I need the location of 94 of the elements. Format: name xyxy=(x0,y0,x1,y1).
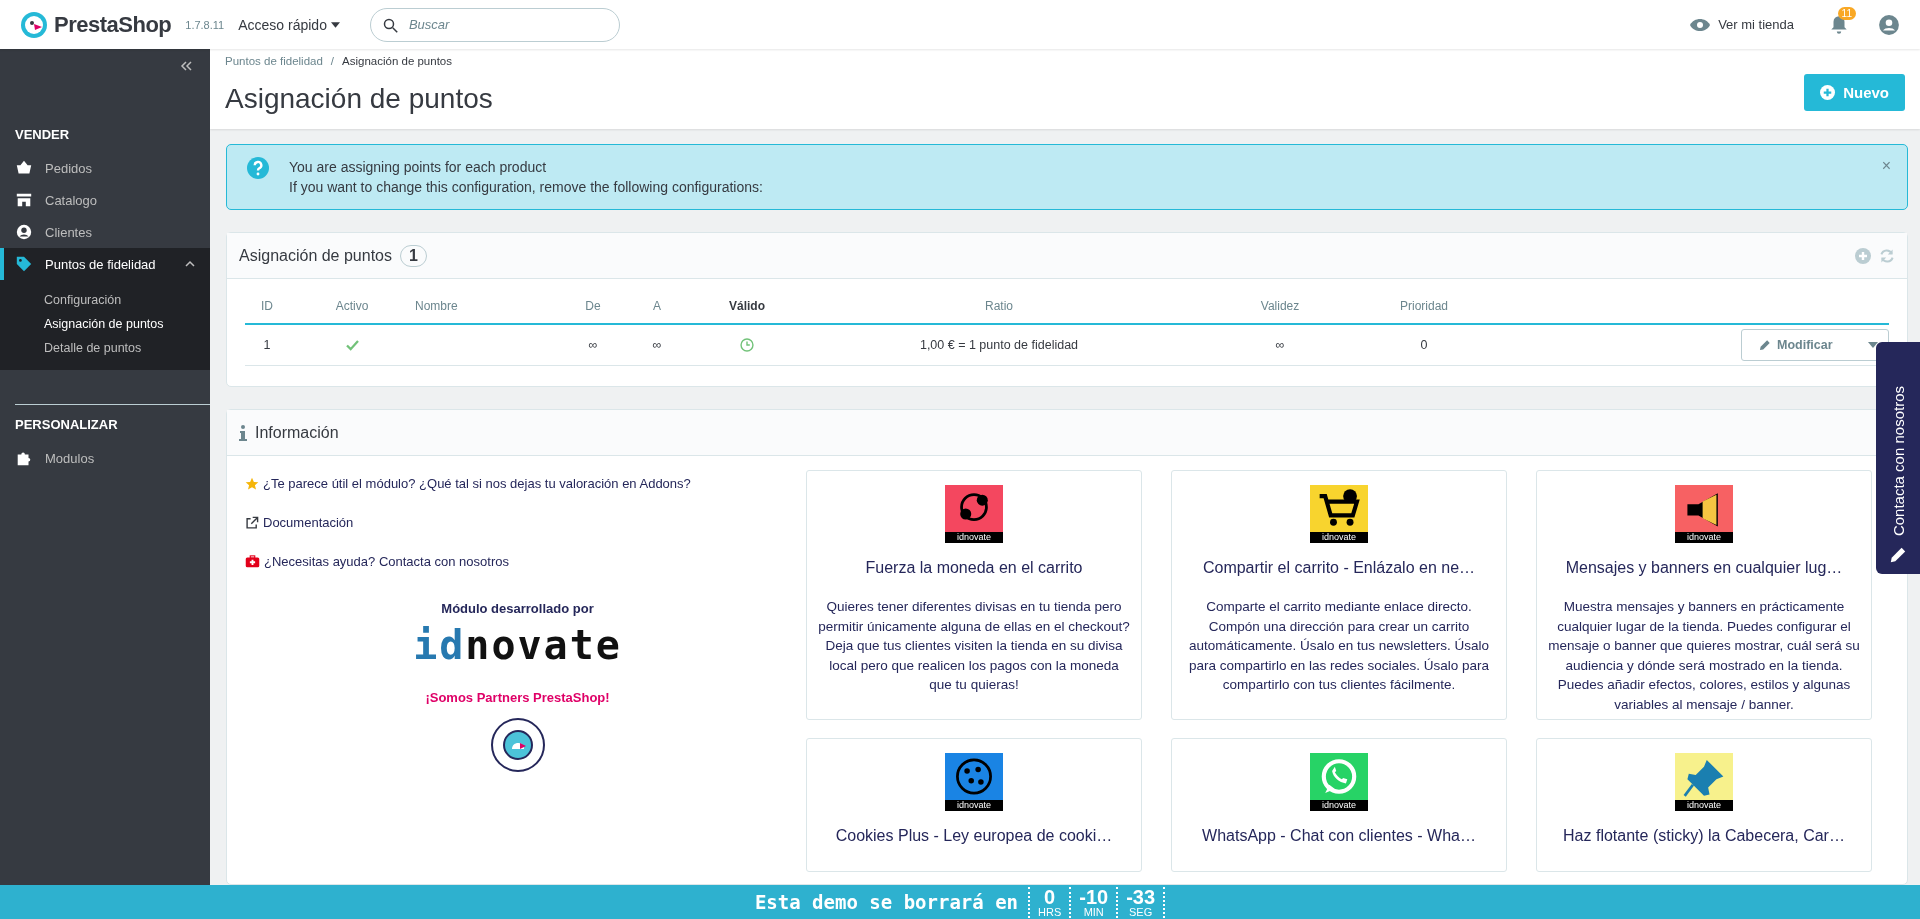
module-card[interactable]: idnovate Haz flotante (sticky) la Cabecera, Car… xyxy=(1536,738,1872,872)
sidebar-item-icon xyxy=(15,255,33,273)
breadcrumb-item[interactable]: Puntos de fidelidad xyxy=(225,55,323,67)
pencil-icon xyxy=(1758,338,1771,352)
account-icon[interactable] xyxy=(1878,13,1900,36)
caret-icon xyxy=(1868,342,1878,348)
column-header[interactable]: Activo xyxy=(335,299,369,313)
star-icon xyxy=(245,476,259,491)
table-cell: 0 xyxy=(1420,338,1428,352)
sidebar-item-icon xyxy=(15,191,33,209)
column-header[interactable]: Validez xyxy=(1260,299,1300,313)
countdown-value: -10 xyxy=(1079,886,1109,907)
pencil-icon xyxy=(1889,546,1907,564)
sidebar-subitem[interactable]: Configuración xyxy=(0,288,122,312)
partner-badge-icon xyxy=(489,717,546,773)
developer-credit: Módulo desarrollado por xyxy=(440,601,595,616)
module-description: Muestra mensajes y banners en prácticamente cualquier lugar de la tienda. Puedes configurar el mensaje o banner que quieres mostrar, cuál será su audiencia y dónde será mostrado en la tienda. Puedes añadir efectos, colores, estilos y algunas variables al mensaje / banner. xyxy=(1547,598,1861,714)
module-description: Comparte el carrito mediante enlace directo. Compón una dirección para crear un carrito automáticamente. Úsalo en tus newsletters. Úsalo para compartirlo en las redes sociales. Úsalo para compartirlo con tus clientes fácilmente. xyxy=(1187,598,1491,694)
column-header[interactable]: De xyxy=(585,299,601,313)
sidebar-item[interactable]: Modulos xyxy=(0,442,195,474)
table-cell: 1,00 € = 1 punto de fidelidad xyxy=(919,338,1079,352)
quick-access-dropdown[interactable]: Acceso rápido xyxy=(238,16,340,33)
search-icon xyxy=(382,17,398,33)
info-link[interactable]: ¿Te parece útil el módulo? ¿Qué tal si nos dejas tu valoración en Addons? xyxy=(263,476,691,491)
countdown-unit: MIN xyxy=(1083,906,1104,918)
module-title: Fuerza la moneda en el carrito xyxy=(865,559,1083,577)
module-title: Mensajes y banners en cualquier lug… xyxy=(1565,559,1843,577)
first-aid-kit-icon xyxy=(245,555,260,568)
info-icon xyxy=(239,424,247,441)
module-tile-icon: idnovate xyxy=(945,753,1003,811)
page-title: Asignación de puntos xyxy=(225,83,493,115)
collapse-icon[interactable] xyxy=(180,61,192,71)
module-card[interactable]: idnovate Cookies Plus - Ley europea de cooki… xyxy=(806,738,1142,872)
brand-name: PrestaShop xyxy=(54,11,172,38)
column-header[interactable]: A xyxy=(653,299,661,313)
countdown-unit: HRS xyxy=(1038,906,1062,918)
sidebar-item[interactable]: Puntos de fidelidad xyxy=(0,248,210,280)
partners-text: ¡Somos Partners PrestaShop! xyxy=(424,690,611,705)
module-card[interactable] xyxy=(1171,470,1507,720)
alert-text: If you want to change this configuration, remove the following configurations: xyxy=(289,178,763,197)
sidebar-item[interactable]: Clientes xyxy=(0,216,210,248)
module-title: Haz flotante (sticky) la Cabecera, Car… xyxy=(1563,827,1845,845)
module-card[interactable]: idnovate WhatsApp - Chat con clientes - Wha… xyxy=(1171,738,1507,872)
developer-logo: idnovate xyxy=(412,622,623,668)
module-tile-icon: idnovate xyxy=(945,485,1003,543)
question-icon xyxy=(247,157,269,179)
contact-tab[interactable]: Contacta con nosotros xyxy=(1876,342,1920,574)
column-header[interactable]: Nombre xyxy=(415,299,458,313)
module-tile-icon: idnovate xyxy=(1675,753,1733,811)
countdown-value: -33 xyxy=(1126,886,1156,907)
check-icon[interactable] xyxy=(345,339,359,351)
breadcrumb-item: Asignación de puntos xyxy=(342,55,452,67)
column-header[interactable]: Válido xyxy=(729,299,765,313)
sidebar-section-title: VENDER xyxy=(14,127,71,144)
search-field[interactable]: Buscar xyxy=(369,7,620,42)
eye-icon xyxy=(1690,17,1711,32)
module-description: Quieres tener diferentes divisas en tu tienda pero permitir únicamente alguna de ellas en el checkout? Deja que tus clientes visiten la tienda en su divisa local pero que realicen los pagos con la moneda que tu quieras! xyxy=(817,598,1131,694)
alert-text: You are assigning points for each product xyxy=(289,158,548,177)
module-tile-icon: idnovate xyxy=(1310,753,1368,811)
panel-title: Información xyxy=(255,423,339,442)
panel-title: Asignación de puntos xyxy=(239,246,392,265)
sidebar-item[interactable]: Catalogo xyxy=(0,184,210,216)
edit-button[interactable]: Modificar xyxy=(1741,329,1889,361)
countdown-unit: SEG xyxy=(1129,906,1153,918)
notification-count: 11 xyxy=(1837,6,1856,20)
breadcrumb-separator: / xyxy=(330,55,335,67)
plus-circle-icon xyxy=(1820,85,1836,100)
module-card[interactable] xyxy=(806,470,1142,720)
column-header[interactable]: Ratio xyxy=(985,299,1013,313)
column-header[interactable]: Prioridad xyxy=(1400,299,1448,313)
table-cell: ∞ xyxy=(1275,338,1285,352)
table-cell: ∞ xyxy=(588,338,598,352)
module-title: Compartir el carrito - Enlázalo en ne… xyxy=(1202,559,1476,577)
view-store-link[interactable]: Ver mi tienda xyxy=(1684,16,1800,33)
sidebar-section-title: PERSONALIZAR xyxy=(15,417,119,434)
sidebar-subitem[interactable]: Asignación de puntos xyxy=(0,312,164,336)
module-title: WhatsApp - Chat con clientes - Wha… xyxy=(1202,827,1476,845)
module-card[interactable] xyxy=(1536,470,1872,720)
countdown-value: 0 xyxy=(1044,886,1056,907)
version-label: 1.7.8.11 xyxy=(185,18,225,31)
info-link[interactable]: ¿Necesitas ayuda? Contacta con nosotros xyxy=(264,554,509,569)
table-cell: 1 xyxy=(263,338,271,352)
module-tile-icon: idnovate xyxy=(1675,485,1733,543)
table-cell: ∞ xyxy=(652,338,662,352)
info-link[interactable]: Documentación xyxy=(263,515,354,530)
sidebar-item-icon xyxy=(15,223,33,241)
sidebar-item[interactable]: Pedidos xyxy=(0,152,210,184)
external-link-icon xyxy=(245,515,259,530)
countdown-label: Esta demo se borrará en xyxy=(754,891,1019,913)
module-title: Cookies Plus - Ley europea de cooki… xyxy=(835,827,1113,845)
caret-icon xyxy=(330,21,340,28)
sidebar-subitem[interactable]: Detalle de puntos xyxy=(0,336,142,360)
module-tile-icon: idnovate xyxy=(1310,485,1368,543)
column-header[interactable]: ID xyxy=(261,299,273,313)
